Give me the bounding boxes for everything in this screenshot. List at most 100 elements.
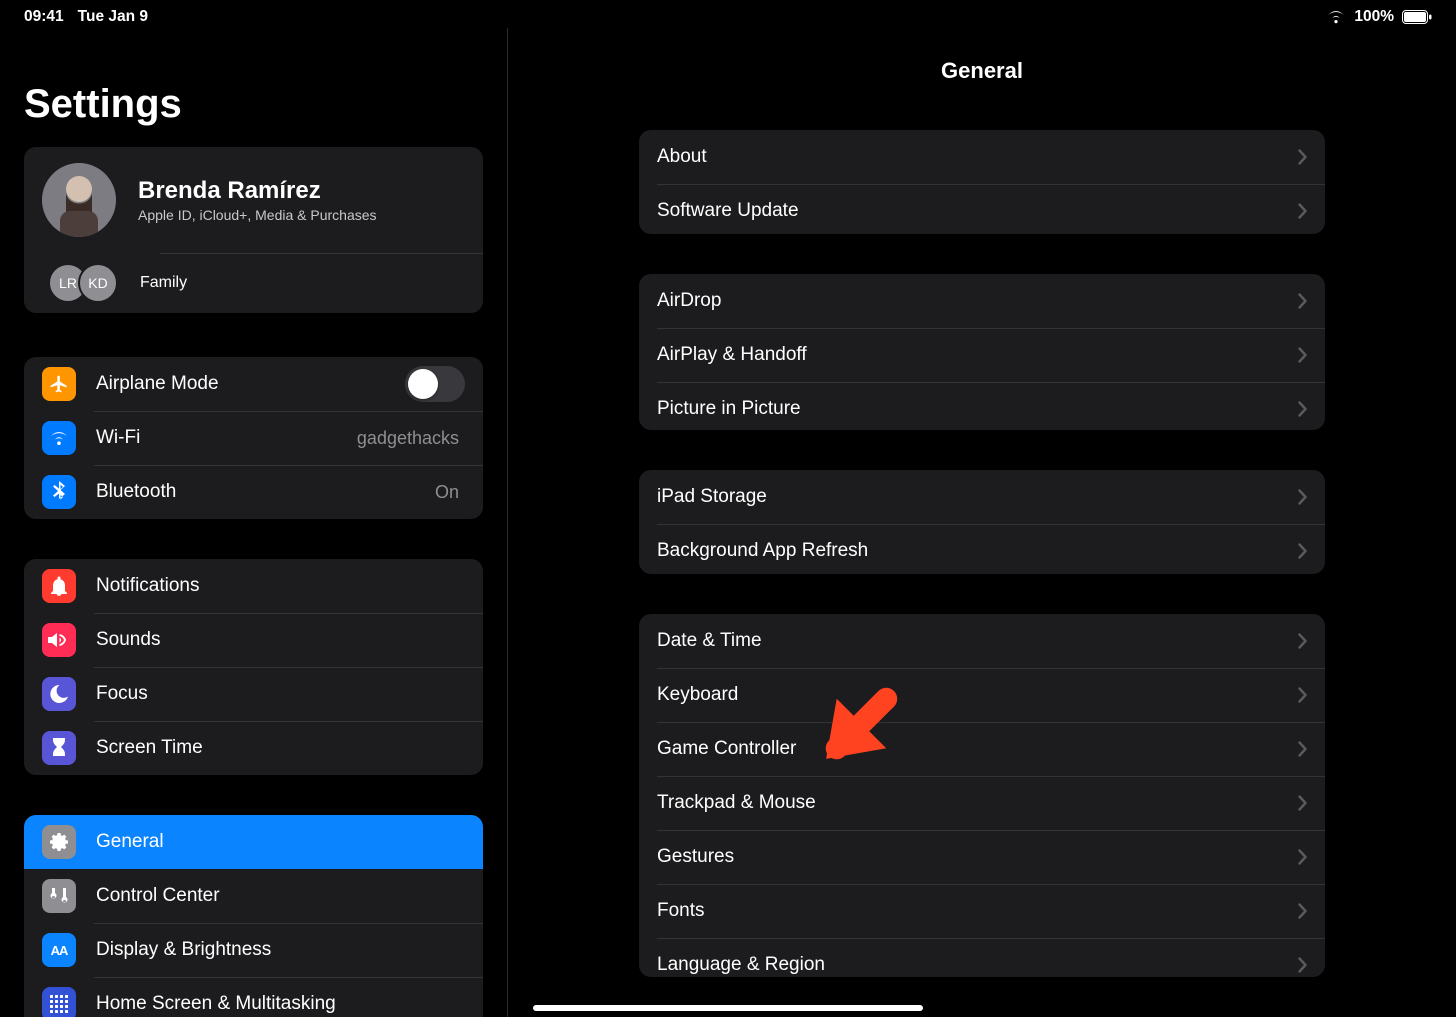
hourglass-icon xyxy=(42,731,76,765)
row-gestures[interactable]: Gestures xyxy=(639,830,1325,884)
sidebar-item-label: Airplane Mode xyxy=(96,373,405,395)
row-airplay[interactable]: AirPlay & Handoff xyxy=(639,328,1325,382)
chevron-right-icon xyxy=(1298,741,1307,757)
speaker-icon xyxy=(42,623,76,657)
sidebar-item-label: General xyxy=(96,831,465,853)
sidebar-group-system2: General Control Center AA Display & Brig… xyxy=(24,815,483,1017)
row-label: Date & Time xyxy=(657,630,1298,652)
sidebar-item-label: Home Screen & Multitasking xyxy=(96,993,465,1015)
sidebar-item-label: Bluetooth xyxy=(96,481,435,503)
row-software-update[interactable]: Software Update xyxy=(639,184,1325,234)
page-title: Settings xyxy=(24,28,483,147)
sidebar-group-system1: Notifications Sounds Focus Screen Time xyxy=(24,559,483,775)
sidebar: Settings Brenda Ramírez Apple ID, iCloud… xyxy=(0,28,508,1017)
row-keyboard[interactable]: Keyboard xyxy=(639,668,1325,722)
wifi-icon xyxy=(42,421,76,455)
detail-group-2: AirDrop AirPlay & Handoff Picture in Pic… xyxy=(639,274,1325,430)
chevron-right-icon xyxy=(1298,543,1307,559)
detail-group-4: Date & Time Keyboard Game Controller Tra… xyxy=(639,614,1325,978)
home-indicator[interactable] xyxy=(533,1005,923,1011)
row-label: Picture in Picture xyxy=(657,398,1298,420)
sidebar-item-homescreen[interactable]: Home Screen & Multitasking xyxy=(24,977,483,1017)
row-about[interactable]: About xyxy=(639,130,1325,184)
chevron-right-icon xyxy=(1298,203,1307,219)
row-pip[interactable]: Picture in Picture xyxy=(639,382,1325,430)
row-trackpad[interactable]: Trackpad & Mouse xyxy=(639,776,1325,830)
row-storage[interactable]: iPad Storage xyxy=(639,470,1325,524)
battery-percent: 100% xyxy=(1354,8,1394,26)
bluetooth-value: On xyxy=(435,482,459,503)
row-label: Software Update xyxy=(657,200,1298,222)
sidebar-item-screentime[interactable]: Screen Time xyxy=(24,721,483,775)
row-label: Gestures xyxy=(657,846,1298,868)
sidebar-item-notifications[interactable]: Notifications xyxy=(24,559,483,613)
sidebar-item-sounds[interactable]: Sounds xyxy=(24,613,483,667)
row-language[interactable]: Language & Region xyxy=(639,938,1325,978)
row-airdrop[interactable]: AirDrop xyxy=(639,274,1325,328)
account-card: Brenda Ramírez Apple ID, iCloud+, Media … xyxy=(24,147,483,313)
row-label: Game Controller xyxy=(657,738,1298,760)
avatar xyxy=(42,163,116,237)
row-label: Trackpad & Mouse xyxy=(657,792,1298,814)
bluetooth-icon xyxy=(42,475,76,509)
status-time: 09:41 xyxy=(24,8,64,26)
row-bg-refresh[interactable]: Background App Refresh xyxy=(639,524,1325,574)
sidebar-item-controlcenter[interactable]: Control Center xyxy=(24,869,483,923)
row-label: AirDrop xyxy=(657,290,1298,312)
grid-icon xyxy=(42,987,76,1017)
family-badge: KD xyxy=(78,263,118,303)
row-game-controller[interactable]: Game Controller xyxy=(639,722,1325,776)
sidebar-item-bluetooth[interactable]: Bluetooth On xyxy=(24,465,483,519)
sidebar-item-label: Display & Brightness xyxy=(96,939,465,961)
wifi-value: gadgethacks xyxy=(357,428,459,449)
chevron-right-icon xyxy=(1298,293,1307,309)
row-label: Background App Refresh xyxy=(657,540,1298,562)
chevron-right-icon xyxy=(1298,957,1307,973)
sidebar-item-wifi[interactable]: Wi-Fi gadgethacks xyxy=(24,411,483,465)
row-label: AirPlay & Handoff xyxy=(657,344,1298,366)
account-row[interactable]: Brenda Ramírez Apple ID, iCloud+, Media … xyxy=(24,147,483,253)
family-label: Family xyxy=(140,274,187,292)
family-badges: LR KD xyxy=(48,263,118,303)
gear-icon xyxy=(42,825,76,859)
sidebar-item-airplane[interactable]: Airplane Mode xyxy=(24,357,483,411)
sidebar-item-general[interactable]: General xyxy=(24,815,483,869)
row-label: Language & Region xyxy=(657,954,1298,976)
chevron-right-icon xyxy=(1298,687,1307,703)
row-date-time[interactable]: Date & Time xyxy=(639,614,1325,668)
chevron-right-icon xyxy=(1298,633,1307,649)
detail-group-3: iPad Storage Background App Refresh xyxy=(639,470,1325,574)
chevron-right-icon xyxy=(1298,489,1307,505)
sidebar-item-label: Sounds xyxy=(96,629,465,651)
row-label: Fonts xyxy=(657,900,1298,922)
sidebar-item-label: Notifications xyxy=(96,575,465,597)
airplane-toggle[interactable] xyxy=(405,366,465,402)
detail-group-1: About Software Update xyxy=(639,130,1325,234)
detail-pane: General About Software Update AirDrop Ai… xyxy=(508,28,1456,1017)
sliders-icon xyxy=(42,879,76,913)
sidebar-item-focus[interactable]: Focus xyxy=(24,667,483,721)
airplane-icon xyxy=(42,367,76,401)
chevron-right-icon xyxy=(1298,149,1307,165)
status-date: Tue Jan 9 xyxy=(78,8,148,26)
sidebar-group-connectivity: Airplane Mode Wi-Fi gadgethacks Bluetoot… xyxy=(24,357,483,519)
row-fonts[interactable]: Fonts xyxy=(639,884,1325,938)
status-bar: 09:41 Tue Jan 9 100% xyxy=(0,0,1456,28)
sidebar-item-label: Control Center xyxy=(96,885,465,907)
chevron-right-icon xyxy=(1298,347,1307,363)
text-size-icon: AA xyxy=(42,933,76,967)
chevron-right-icon xyxy=(1298,849,1307,865)
wifi-icon xyxy=(1326,10,1346,24)
sidebar-item-label: Focus xyxy=(96,683,465,705)
chevron-right-icon xyxy=(1298,401,1307,417)
account-subtitle: Apple ID, iCloud+, Media & Purchases xyxy=(138,207,377,223)
battery-icon xyxy=(1402,10,1432,24)
row-label: About xyxy=(657,146,1298,168)
sidebar-item-label: Wi-Fi xyxy=(96,427,357,449)
sidebar-item-display[interactable]: AA Display & Brightness xyxy=(24,923,483,977)
chevron-right-icon xyxy=(1298,795,1307,811)
row-label: iPad Storage xyxy=(657,486,1298,508)
family-row[interactable]: LR KD Family xyxy=(24,253,483,313)
detail-title: General xyxy=(941,28,1023,130)
chevron-right-icon xyxy=(1298,903,1307,919)
